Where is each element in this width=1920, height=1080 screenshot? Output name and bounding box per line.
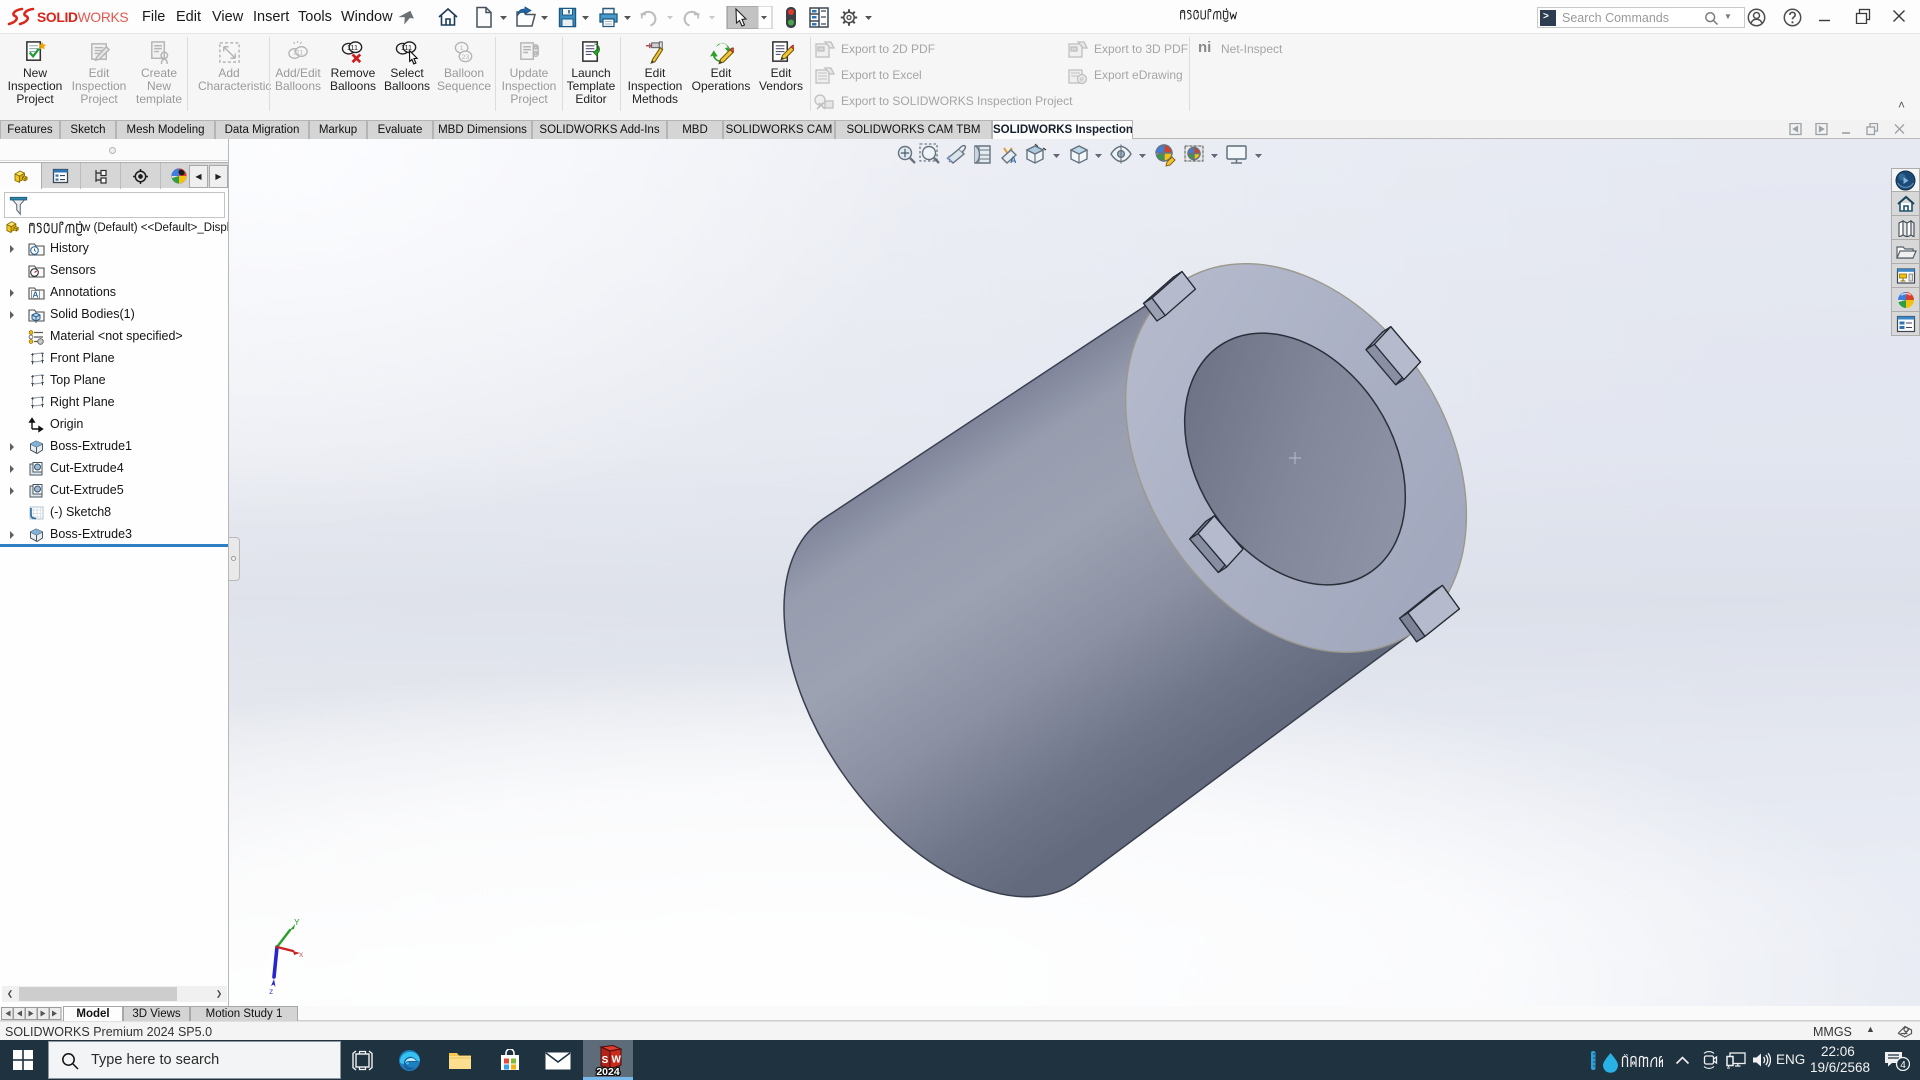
svg-text:23: 23	[461, 54, 469, 61]
svg-text:S: S	[602, 1055, 609, 1066]
svg-text:A: A	[32, 290, 38, 300]
svg-text:e: e	[1080, 77, 1084, 84]
svg-text:Y: Y	[294, 917, 300, 927]
svg-text:SOLIDWORKS: SOLIDWORKS	[37, 10, 128, 25]
svg-text:4: 4	[1900, 1060, 1906, 1071]
svg-text:z: z	[269, 986, 273, 996]
svg-text:A: A	[1010, 155, 1017, 165]
svg-text:x: x	[299, 949, 304, 959]
svg-text:W: W	[612, 1055, 622, 1066]
svg-text:111: 111	[292, 49, 302, 56]
svg-text:111: 111	[347, 43, 358, 52]
svg-text:2024: 2024	[596, 1066, 620, 1076]
